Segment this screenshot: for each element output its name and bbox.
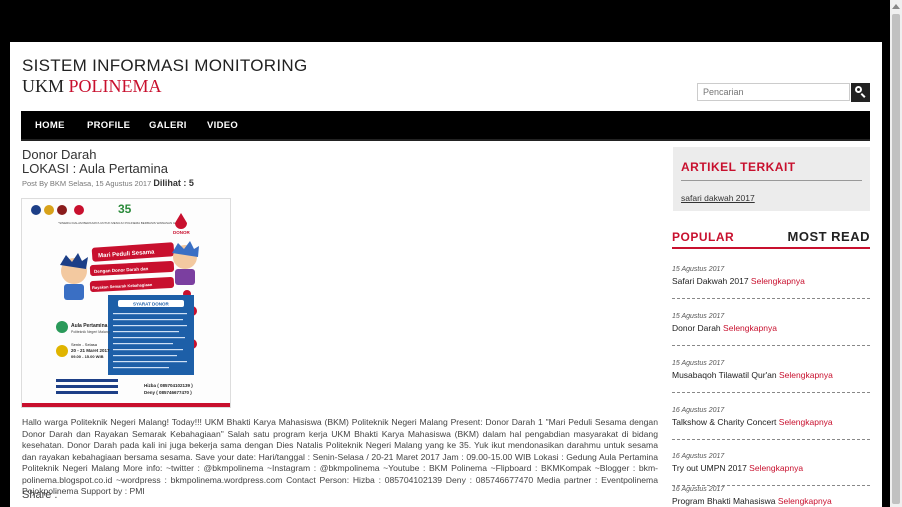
nav-item-galeri[interactable]: GALERI <box>149 120 187 131</box>
popular-divider <box>672 392 870 393</box>
nav-item-home[interactable]: HOME <box>35 120 65 131</box>
related-article-link[interactable]: safari dakwah 2017 <box>681 193 755 203</box>
calendar-icon <box>56 345 68 357</box>
page-container: SISTEM INFORMASI MONITORING UKM POLINEMA… <box>10 42 882 507</box>
logo-icon <box>31 205 41 215</box>
search-icon <box>855 86 862 93</box>
list-item: 16 Agustus 2017 Talkshow & Charity Conce… <box>672 407 870 453</box>
related-articles-title: ARTIKEL TERKAIT <box>681 160 796 174</box>
logo-icon <box>44 205 54 215</box>
main-nav: HOME PROFILE GALERI VIDEO <box>21 111 870 141</box>
post-poster-image[interactable]: 35 "SINERGI DALAM BERKARYA UNTUK MENUJU … <box>21 198 231 408</box>
read-more-link[interactable]: Selengkapnya <box>779 370 833 380</box>
list-item: 15 Agustus 2017 Donor Darah Selengkapnya <box>672 313 870 359</box>
popular-date: 15 Agustus 2017 <box>672 360 725 367</box>
poster-donor-label: DONOR <box>173 230 191 235</box>
scroll-up-icon[interactable] <box>892 4 900 9</box>
popular-title-link[interactable]: Safari Dakwah 2017 <box>672 276 749 286</box>
site-subtitle-prefix: UKM <box>22 76 69 96</box>
list-item: 16 Agustus 2017 Program Bhakti Mahasiswa… <box>672 486 870 507</box>
site-subtitle-accent: POLINEMA <box>68 76 162 96</box>
popular-divider <box>672 298 870 299</box>
popular-divider <box>672 345 870 346</box>
search-button[interactable] <box>851 83 870 102</box>
post-title: Donor Darah LOKASI : Aula Pertamina <box>22 148 168 176</box>
page-scrollbar[interactable] <box>890 0 902 507</box>
popular-title-link[interactable]: Try out UMPN 2017 <box>672 463 747 473</box>
list-item: 15 Agustus 2017 Safari Dakwah 2017 Selen… <box>672 266 870 312</box>
read-more-link[interactable]: Selengkapnya <box>723 323 777 333</box>
popular-divider <box>672 439 870 440</box>
popular-date: 16 Agustus 2017 <box>672 453 725 460</box>
poster-location-sub: Politeknik Negeri Malang <box>71 330 110 334</box>
post-author-date: Post By BKM Selasa, 15 Agustus 2017 <box>22 179 152 188</box>
logo-icon <box>57 205 67 215</box>
site-subtitle: UKM POLINEMA <box>22 76 162 97</box>
location-pin-icon <box>56 321 68 333</box>
related-articles-widget: ARTIKEL TERKAIT safari dakwah 2017 <box>673 147 870 211</box>
tab-most-read[interactable]: MOST READ <box>788 229 871 244</box>
popular-tabs: POPULAR MOST READ <box>672 228 870 246</box>
popular-title-link[interactable]: Talkshow & Charity Concert <box>672 417 776 427</box>
popular-date: 16 Agustus 2017 <box>672 407 725 414</box>
nav-item-video[interactable]: VIDEO <box>207 120 238 131</box>
popular-title: Try out UMPN 2017 Selengkapnya <box>672 463 803 473</box>
popular-date: 15 Agustus 2017 <box>672 313 725 320</box>
poster-date-line2: 20 - 21 Maret 2017 <box>71 348 110 353</box>
post-title-line2: LOKASI : Aula Pertamina <box>22 161 168 176</box>
poster-tagline: "SINERGI DALAM BERKARYA UNTUK MENUJU POL… <box>58 221 186 225</box>
read-more-link[interactable]: Selengkapnya <box>751 276 805 286</box>
share-label: Share : <box>22 489 58 501</box>
poster-location-name: Aula Pertamina <box>71 323 108 329</box>
poster-graphic: 35 "SINERGI DALAM BERKARYA UNTUK MENUJU … <box>22 199 230 407</box>
popular-title: Musabaqoh Tilawatil Qur'an Selengkapnya <box>672 370 833 380</box>
read-more-link[interactable]: Selengkapnya <box>779 417 833 427</box>
poster-contact-2: Deny ( 085746677470 ) <box>144 390 192 395</box>
popular-date: 16 Agustus 2017 <box>672 486 725 493</box>
read-more-link[interactable]: Selengkapnya <box>778 496 832 506</box>
poster-date-line1: Senin - Selasa <box>71 342 98 347</box>
search-input[interactable] <box>697 83 850 101</box>
tabs-underline <box>672 247 870 249</box>
logo-icon <box>74 205 84 215</box>
tab-popular[interactable]: POPULAR <box>672 230 734 244</box>
related-articles-divider <box>681 180 862 181</box>
nav-item-profile[interactable]: PROFILE <box>87 120 130 131</box>
anniversary-logo: 35 <box>118 202 132 216</box>
post-meta: Post By BKM Selasa, 15 Agustus 2017 Dili… <box>22 178 194 188</box>
popular-title-link[interactable]: Donor Darah <box>672 323 721 333</box>
popular-title: Talkshow & Charity Concert Selengkapnya <box>672 417 833 427</box>
poster-contact-1: Hizba ( 085704102139 ) <box>144 383 193 388</box>
read-more-link[interactable]: Selengkapnya <box>749 463 803 473</box>
poster-date-line3: 09.00 - 15.00 WIB <box>71 354 104 359</box>
poster-syarat-title: SYARAT DONOR <box>133 302 170 307</box>
popular-title: Safari Dakwah 2017 Selengkapnya <box>672 276 805 286</box>
post-title-line1: Donor Darah <box>22 147 97 162</box>
post-views: Dilihat : 5 <box>153 178 194 188</box>
popular-title-link[interactable]: Musabaqoh Tilawatil Qur'an <box>672 370 777 380</box>
search-icon-handle <box>860 93 866 98</box>
post-body: Hallo warga Politeknik Negeri Malang! To… <box>22 417 658 496</box>
list-item: 15 Agustus 2017 Musabaqoh Tilawatil Qur'… <box>672 360 870 406</box>
popular-title: Program Bhakti Mahasiswa Selengkapnya <box>672 496 832 506</box>
popular-date: 15 Agustus 2017 <box>672 266 725 273</box>
popular-title: Donor Darah Selengkapnya <box>672 323 777 333</box>
popular-title-link[interactable]: Program Bhakti Mahasiswa <box>672 496 775 506</box>
site-title: SISTEM INFORMASI MONITORING <box>22 56 308 75</box>
scrollbar-thumb[interactable] <box>892 14 900 504</box>
